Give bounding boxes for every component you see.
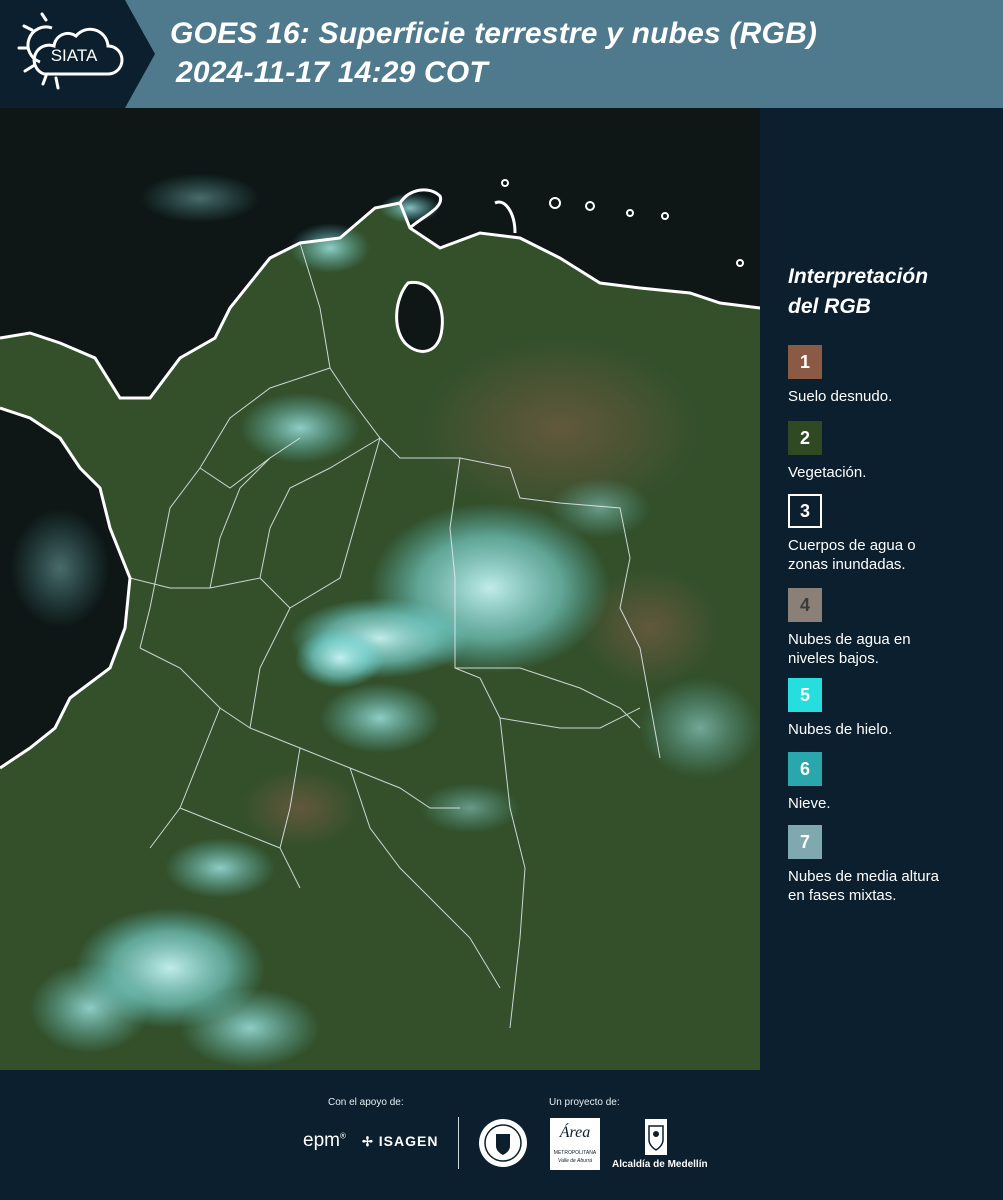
legend-swatch: 1 bbox=[788, 345, 822, 379]
legend-swatch: 4 bbox=[788, 588, 822, 622]
header-bar: SIATA GOES 16: Superficie terrestre y nu… bbox=[0, 0, 1003, 108]
legend-item: 1 Suelo desnudo. bbox=[788, 345, 998, 406]
legend-swatch: 5 bbox=[788, 678, 822, 712]
legend-item: 4 Nubes de agua en niveles bajos. bbox=[788, 588, 998, 668]
legend-item: 3 Cuerpos de agua o zonas inundadas. bbox=[788, 494, 998, 574]
legend-label: Nubes de hielo. bbox=[788, 721, 893, 738]
area-metropolitana-logo: Área METROPOLITANA Valle de Aburrá bbox=[550, 1118, 600, 1170]
logo-text: SIATA bbox=[51, 46, 98, 65]
legend-panel: Interpretación del RGB 1 Suelo desnudo. … bbox=[760, 108, 1003, 1070]
legend-label: Vegetación. bbox=[788, 464, 867, 481]
alcaldia-text: Alcaldía de Medellín bbox=[612, 1159, 708, 1170]
legend-title: Interpretación bbox=[788, 265, 929, 288]
support-caption: Con el apoyo de: bbox=[328, 1097, 404, 1108]
legend-item: 5 Nubes de hielo. bbox=[788, 678, 998, 739]
satellite-map bbox=[0, 108, 760, 1070]
legend-item: 7 Nubes de media altura en fases mixtas. bbox=[788, 825, 998, 905]
medellin-seal-icon bbox=[478, 1118, 528, 1168]
page-timestamp: 2024-11-17 14:29 COT bbox=[176, 56, 488, 89]
legend-item: 2 Vegetación. bbox=[788, 421, 998, 482]
epm-logo: epm® bbox=[303, 1130, 346, 1151]
legend-label: Nieve. bbox=[788, 795, 831, 812]
legend-swatch: 6 bbox=[788, 752, 822, 786]
footer: Con el apoyo de: Un proyecto de: epm® ✢ … bbox=[0, 1070, 1003, 1200]
isagen-mark-icon: ✢ bbox=[362, 1134, 374, 1149]
legend-swatch: 3 bbox=[788, 494, 822, 528]
project-caption: Un proyecto de: bbox=[549, 1097, 620, 1108]
siata-logo: SIATA bbox=[0, 0, 155, 108]
legend-label: Nubes de media altura en fases mixtas. bbox=[788, 868, 939, 904]
alcaldia-crest-icon bbox=[644, 1118, 668, 1156]
legend-label: Suelo desnudo. bbox=[788, 388, 893, 405]
legend-label: Cuerpos de agua o zonas inundadas. bbox=[788, 537, 916, 573]
legend-swatch: 2 bbox=[788, 421, 822, 455]
legend-label: Nubes de agua en niveles bajos. bbox=[788, 631, 911, 667]
isagen-logo: ✢ ISAGEN bbox=[362, 1133, 439, 1149]
legend-swatch: 7 bbox=[788, 825, 822, 859]
legend-subtitle: del RGB bbox=[788, 295, 871, 318]
footer-divider bbox=[458, 1117, 459, 1169]
legend-item: 6 Nieve. bbox=[788, 752, 998, 813]
page-title: GOES 16: Superficie terrestre y nubes (R… bbox=[170, 17, 818, 50]
